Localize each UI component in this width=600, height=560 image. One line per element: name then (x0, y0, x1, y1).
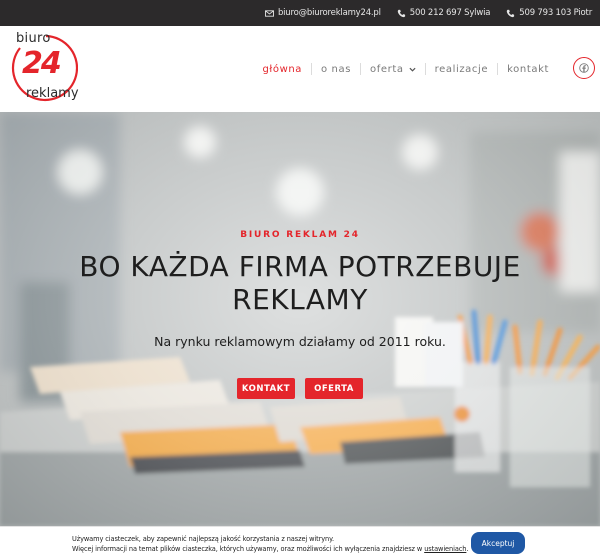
nav-label: główna (262, 63, 303, 75)
nav-item-realizacje[interactable]: realizacje (426, 62, 498, 76)
nav-item-o-nas[interactable]: o nas (312, 62, 360, 76)
cookie-banner: Używamy ciasteczek, aby zapewnić najleps… (0, 526, 600, 560)
nav-item-oferta[interactable]: oferta (361, 62, 425, 76)
accept-cookies-button[interactable]: Akceptuj (471, 532, 525, 554)
site-header: biuro 24 reklamy główna o nas oferta rea… (0, 26, 600, 112)
nav-label: kontakt (507, 63, 549, 75)
phone-icon (507, 9, 515, 17)
cookie-line-1: Używamy ciasteczek, aby zapewnić najleps… (72, 535, 334, 543)
hero-buttons: KONTAKT OFERTA (0, 378, 600, 399)
phone-text-1: 500 212 697 Sylwia (409, 8, 491, 18)
hero-kicker: BIURO REKLAM 24 (240, 230, 360, 240)
offer-button[interactable]: OFERTA (305, 378, 363, 399)
main-nav: główna o nas oferta realizacje kontakt (253, 26, 558, 112)
cookie-line-2: Więcej informacji na temat plików ciaste… (72, 544, 468, 554)
email-contact[interactable]: biuro@biuroreklamy24.pl (264, 8, 381, 18)
chevron-down-icon (409, 67, 416, 72)
phone-contact-2[interactable]: 509 793 103 Piotr (506, 8, 592, 18)
contact-button[interactable]: KONTAKT (237, 378, 295, 399)
cookie-line-2-suffix: . (466, 545, 469, 553)
facebook-button[interactable] (573, 57, 595, 79)
cookie-settings-link[interactable]: ustawieniach (424, 545, 466, 553)
hero-subtitle: Na rynku reklamowym działamy od 2011 rok… (154, 334, 446, 349)
logo-word-top: biuro (16, 31, 51, 46)
envelope-icon (264, 9, 274, 17)
cookie-text: Używamy ciasteczek, aby zapewnić najleps… (72, 534, 468, 554)
logo[interactable]: biuro 24 reklamy (6, 28, 79, 110)
nav-item-kontakt[interactable]: kontakt (498, 62, 558, 76)
phone-text-2: 509 793 103 Piotr (519, 8, 592, 18)
phone-icon (397, 9, 405, 17)
nav-item-glowna[interactable]: główna (253, 62, 311, 76)
logo-number: 24 (22, 46, 62, 81)
hero-title: BO KAŻDA FIRMA POTRZEBUJE REKLAMY (79, 250, 521, 316)
nav-label: o nas (321, 63, 352, 75)
facebook-icon (579, 63, 589, 73)
nav-label: realizacje (434, 63, 489, 75)
hero-section: BIURO REKLAM 24 BO KAŻDA FIRMA POTRZEBUJ… (0, 112, 600, 526)
cookie-line-2-prefix: Więcej informacji na temat plików ciaste… (72, 545, 425, 553)
email-text: biuro@biuroreklamy24.pl (277, 8, 381, 18)
phone-contact-1[interactable]: 500 212 697 Sylwia (397, 8, 491, 18)
nav-label: oferta (370, 63, 404, 75)
hero-overlay (0, 112, 600, 526)
top-contact-bar: biuro@biuroreklamy24.pl 500 212 697 Sylw… (0, 0, 600, 26)
logo-word-bottom: reklamy (26, 86, 79, 101)
